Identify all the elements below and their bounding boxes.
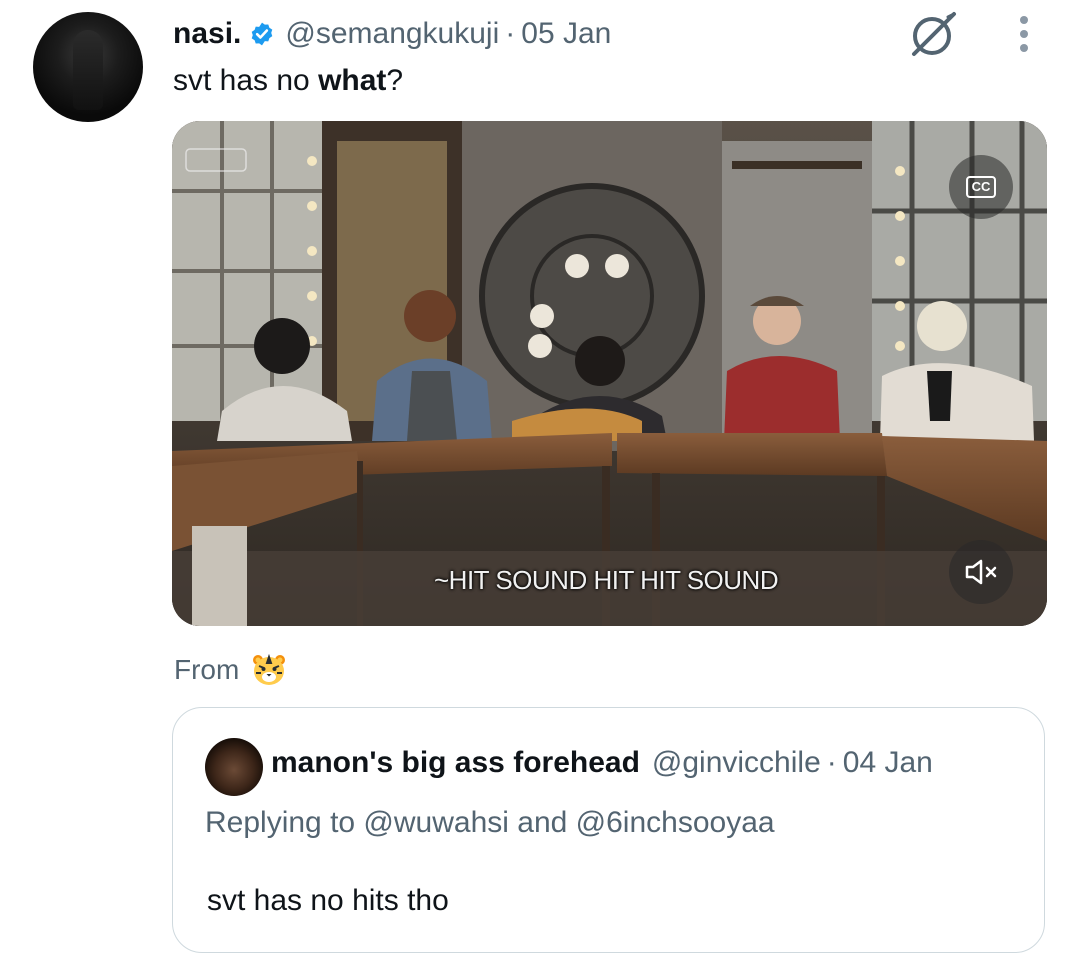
replying-to-text: Replying to @wuwahsi and @6inchsooyaa (205, 806, 775, 839)
mute-toggle-button[interactable] (949, 540, 1013, 604)
tweet-date[interactable]: 05 Jan (521, 17, 611, 51)
video-frame (172, 121, 1047, 626)
cc-icon: CC (965, 176, 997, 198)
quoted-tweet-text: svt has no hits tho (207, 884, 449, 917)
author-display-name[interactable]: nasi. (173, 17, 241, 51)
quoted-tweet-date[interactable]: 04 Jan (843, 746, 933, 780)
quoted-author-avatar[interactable] (205, 738, 263, 796)
author-avatar[interactable] (33, 12, 143, 122)
from-label-row: From (174, 652, 287, 688)
quoted-tweet-header: manon's big ass forehead @ginvicchile · … (271, 746, 933, 780)
quoted-author-handle[interactable]: @ginvicchile (652, 746, 821, 780)
quoted-tweet-card[interactable]: manon's big ass forehead @ginvicchile · … (172, 707, 1045, 953)
quoted-author-display-name[interactable]: manon's big ass forehead (271, 746, 640, 780)
grok-icon[interactable] (908, 8, 960, 60)
speaker-muted-icon (965, 559, 997, 585)
author-handle[interactable]: @semangkukuji (285, 17, 499, 51)
tiger-face-icon (253, 653, 286, 685)
separator-dot: · (505, 17, 516, 50)
tweet-text: svt has no what? (173, 64, 404, 97)
from-label: From (174, 654, 240, 685)
tweet-header: nasi. @semangkukuji · 05 Jan (173, 14, 611, 54)
verified-badge-icon (252, 22, 273, 46)
video-player[interactable]: CC ~HIT SOUND HIT HIT SOUND (172, 121, 1047, 626)
more-options-icon[interactable] (1016, 16, 1032, 54)
separator-dot: · (826, 746, 837, 779)
closed-captions-button[interactable]: CC (949, 155, 1013, 219)
video-subtitle: ~HIT SOUND HIT HIT SOUND (434, 565, 779, 595)
